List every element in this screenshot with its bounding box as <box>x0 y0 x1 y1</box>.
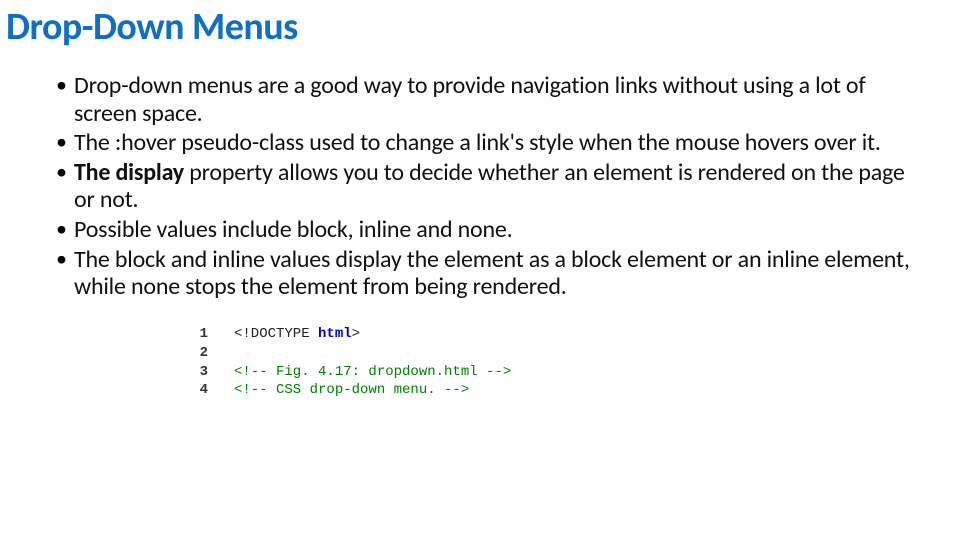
slide-body: Drop-down menus are a good way to provid… <box>0 50 960 400</box>
bullet-item: Drop-down menus are a good way to provid… <box>54 72 920 127</box>
line-number: 1 <box>184 325 208 344</box>
bullet-text: Possible values include block, inline an… <box>74 215 513 244</box>
code-line: 1 <!DOCTYPE html> <box>184 325 920 344</box>
code-comment: <!-- CSS drop-down menu. --> <box>234 381 469 400</box>
slide-title: Drop-Down Menus <box>0 0 960 50</box>
code-text <box>234 344 242 363</box>
code-comment: <!-- Fig. 4.17: dropdown.html --> <box>234 363 511 382</box>
bullet-item: The display property allows you to decid… <box>54 159 920 214</box>
code-snippet: 1 <!DOCTYPE html> 2 3 <!-- Fig. 4.17: dr… <box>184 325 920 401</box>
bullet-text: The block and inline values display the … <box>74 245 910 302</box>
line-number: 3 <box>184 363 208 382</box>
bullet-item: The block and inline values display the … <box>54 246 920 301</box>
code-line: 2 <box>184 344 920 363</box>
bullet-item: Possible values include block, inline an… <box>54 216 920 244</box>
code-line: 4 <!-- CSS drop-down menu. --> <box>184 381 920 400</box>
bullet-bold: The display <box>74 158 184 187</box>
code-text: <!DOCTYPE html> <box>234 325 360 344</box>
line-number: 4 <box>184 381 208 400</box>
bullet-text: The :hover pseudo-class used to change a… <box>74 128 881 157</box>
bullet-text: Drop-down menus are a good way to provid… <box>74 71 866 128</box>
bullet-text: property allows you to decide whether an… <box>74 158 905 215</box>
bullet-list: Drop-down menus are a good way to provid… <box>54 72 920 301</box>
bullet-item: The :hover pseudo-class used to change a… <box>54 129 920 157</box>
line-number: 2 <box>184 344 208 363</box>
code-line: 3 <!-- Fig. 4.17: dropdown.html --> <box>184 363 920 382</box>
